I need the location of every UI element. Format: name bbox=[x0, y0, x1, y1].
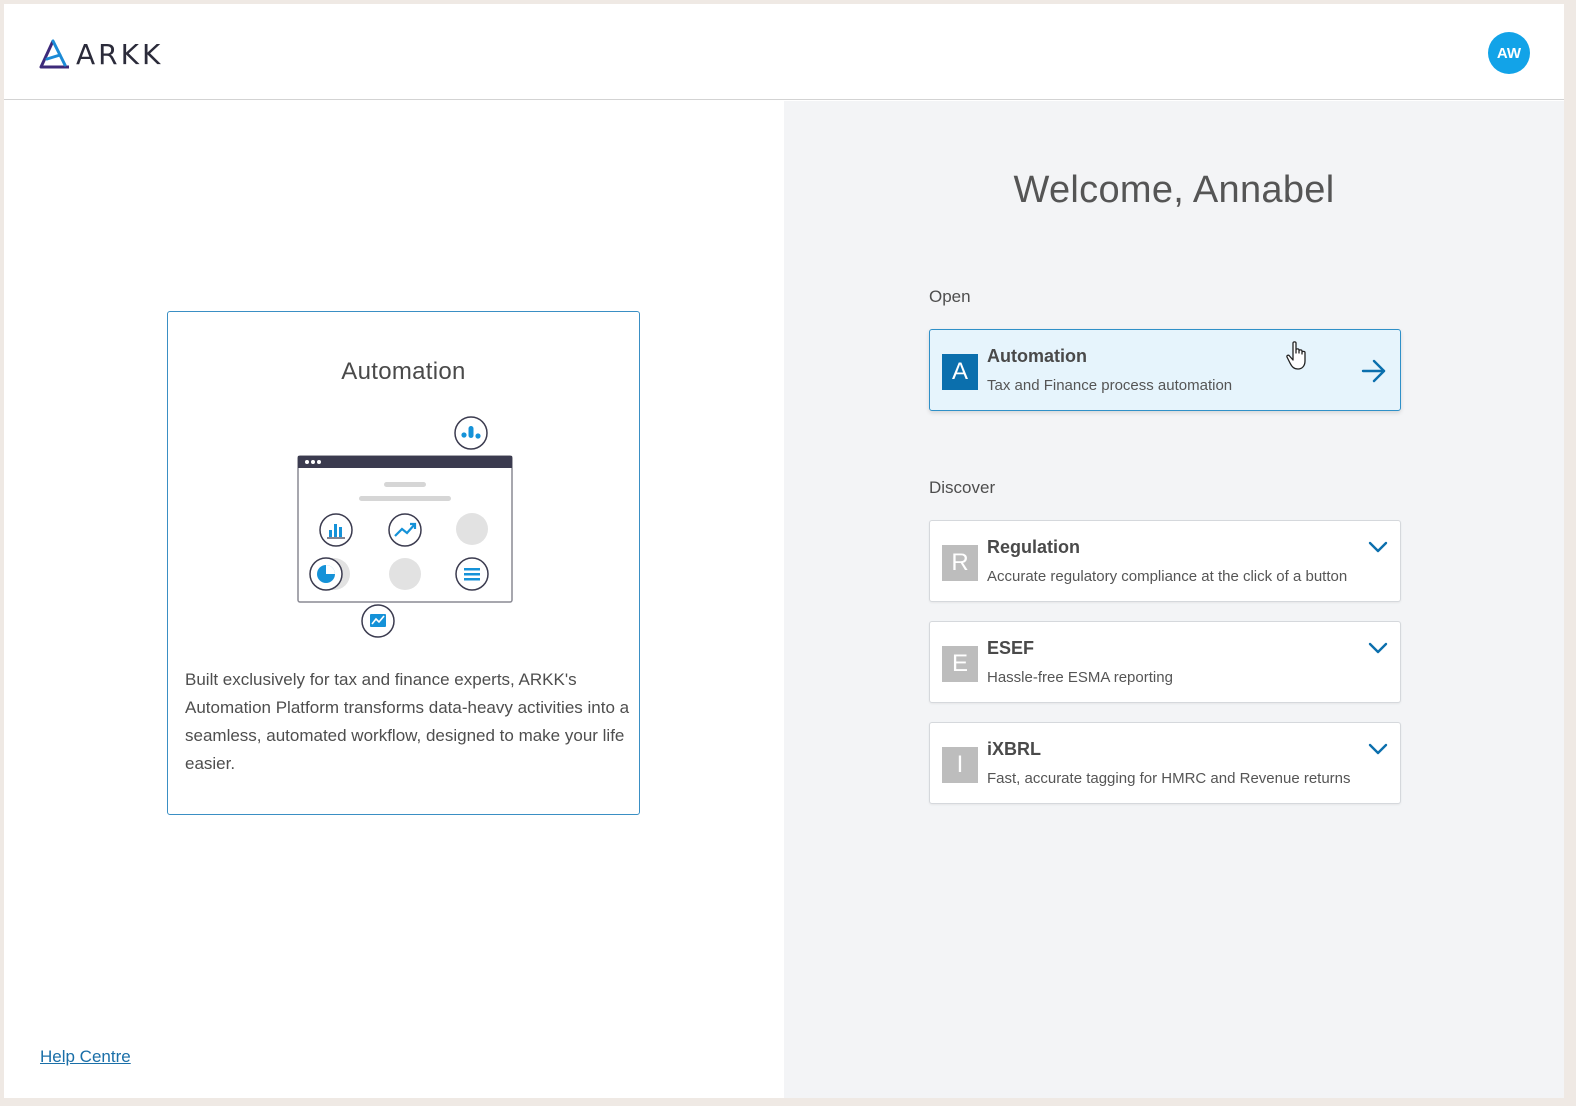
product-subtitle: Tax and Finance process automation bbox=[987, 377, 1233, 394]
product-title: Automation bbox=[987, 346, 1087, 366]
automation-illustration bbox=[297, 416, 513, 638]
app-window: ARKK AW Automation Built exclusively for… bbox=[4, 4, 1564, 1098]
product-subtitle: Fast, accurate tagging for HMRC and Reve… bbox=[987, 770, 1351, 787]
product-title: ESEF bbox=[987, 638, 1035, 658]
product-card-ixbrl[interactable]: I iXBRL Fast, accurate tagging for HMRC … bbox=[929, 722, 1401, 804]
product-title: Regulation bbox=[987, 537, 1080, 557]
product-title: iXBRL bbox=[987, 739, 1041, 759]
product-badge: E bbox=[942, 646, 978, 682]
user-avatar[interactable]: AW bbox=[1488, 32, 1530, 74]
promo-title: Automation bbox=[341, 358, 466, 385]
chevron-down-icon[interactable] bbox=[1366, 537, 1390, 557]
arkk-logo[interactable]: ARKK bbox=[38, 37, 164, 71]
welcome-heading: Welcome, Annabel bbox=[1013, 169, 1335, 211]
product-card-automation[interactable]: A Automation Tax and Finance process aut… bbox=[929, 329, 1401, 411]
discover-section-label: Discover bbox=[929, 478, 996, 497]
product-promo-card: Automation Built exclusively for tax and… bbox=[167, 311, 640, 815]
right-panel: Welcome, Annabel Open A Automation Tax a… bbox=[784, 101, 1564, 1098]
hand-cursor-icon bbox=[1286, 341, 1306, 370]
product-subtitle: Accurate regulatory compliance at the cl… bbox=[987, 568, 1348, 585]
product-badge: I bbox=[942, 747, 978, 783]
left-panel: Automation Built exclusively for tax and… bbox=[4, 101, 784, 1098]
product-card-regulation[interactable]: R Regulation Accurate regulatory complia… bbox=[929, 520, 1401, 602]
product-badge: R bbox=[942, 545, 978, 581]
open-section-label: Open bbox=[929, 287, 971, 306]
product-badge: A bbox=[942, 354, 978, 390]
chevron-down-icon[interactable] bbox=[1366, 638, 1390, 658]
arrow-right-icon[interactable] bbox=[1360, 358, 1388, 384]
arkk-logo-icon bbox=[39, 39, 69, 69]
product-card-esef[interactable]: E ESEF Hassle-free ESMA reporting bbox=[929, 621, 1401, 703]
product-subtitle: Hassle-free ESMA reporting bbox=[987, 669, 1173, 686]
help-centre-link[interactable]: Help Centre bbox=[40, 1047, 131, 1067]
top-bar: ARKK AW bbox=[4, 4, 1564, 100]
logo-text: ARKK bbox=[76, 37, 164, 71]
promo-description: Built exclusively for tax and finance ex… bbox=[185, 670, 630, 773]
chevron-down-icon[interactable] bbox=[1366, 739, 1390, 759]
